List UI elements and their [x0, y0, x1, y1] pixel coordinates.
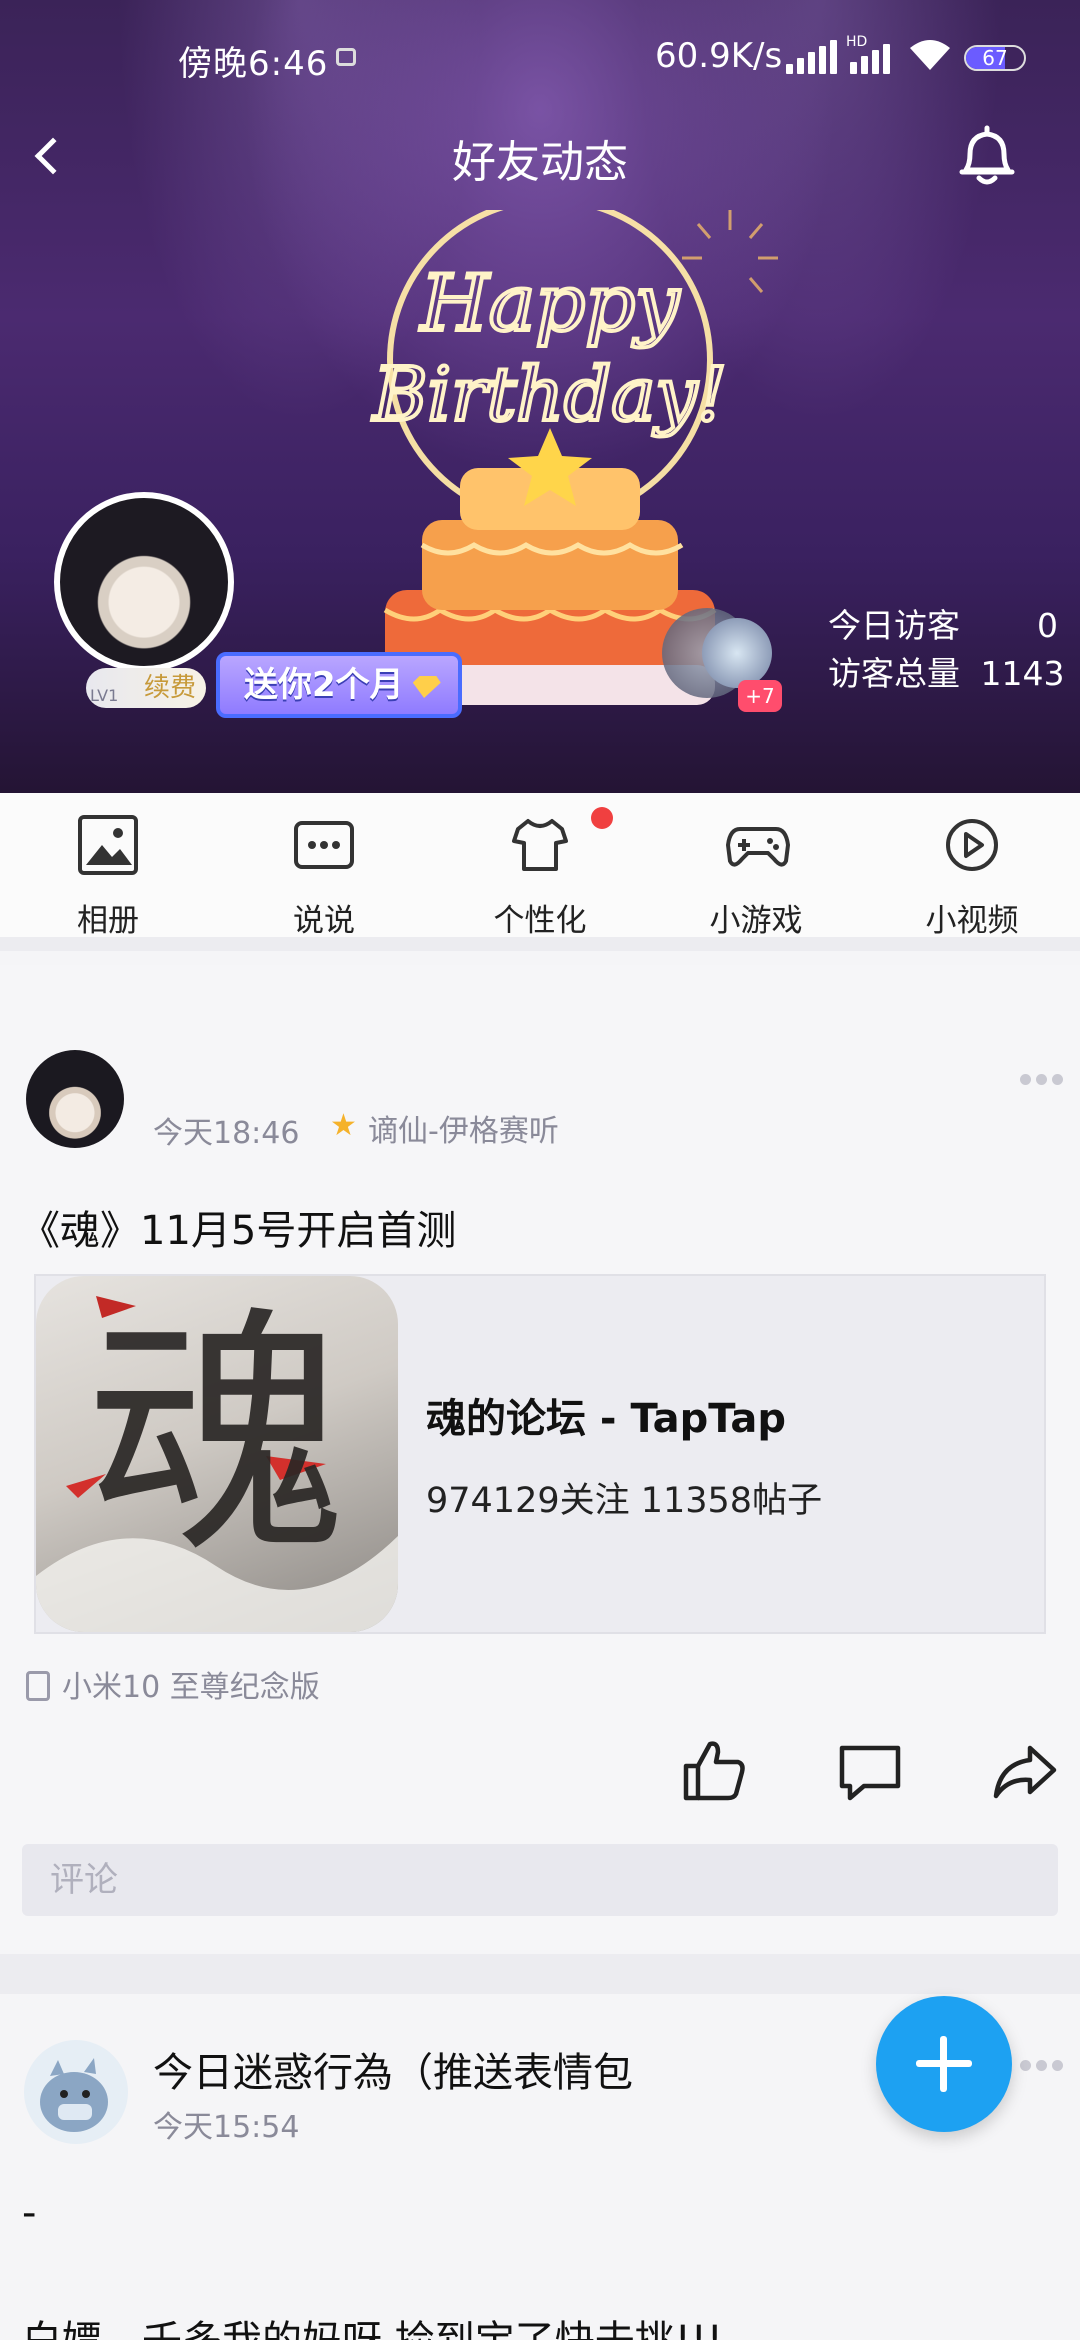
notifications-button[interactable]	[952, 120, 1022, 190]
like-button[interactable]	[680, 1738, 750, 1804]
tshirt-icon	[510, 815, 570, 875]
poster-name: 今日迷惑行為（推送表情包	[153, 2050, 633, 2096]
comment-input[interactable]: 评论	[22, 1844, 1058, 1916]
quick-action-label: 相册	[77, 903, 139, 939]
banner-line2: Birthday!	[371, 352, 727, 438]
quick-action-label: 说说	[293, 903, 355, 939]
quick-action-minigame[interactable]: 小游戏	[686, 815, 826, 940]
share-title: 魂的论坛 - TapTap	[426, 1396, 786, 1442]
dino-avatar-image	[40, 2058, 108, 2132]
forum-cover-char: 魂	[87, 1286, 347, 1588]
post-time: 今天15:54	[153, 2110, 300, 2145]
post-text-line2: 白嫖，壬多我的妈呀 捡到宝了快去挑!!!	[22, 2308, 723, 2340]
share-card[interactable]: 魂 魂的论坛 - TapTap 974129关注 11358帖子	[34, 1274, 1046, 1634]
thumbs-up-icon	[683, 1741, 745, 1801]
page-title: 好友动态	[452, 137, 628, 188]
visitors-today-value: 0	[1037, 606, 1058, 645]
photo-album-icon	[78, 815, 138, 875]
hero-banner: 傍晚6:46 60.9K/s HD 67 好友动态 Happy Birthday…	[0, 0, 1080, 793]
status-time: 傍晚6:46	[178, 44, 329, 84]
compose-button[interactable]	[876, 1996, 1012, 2132]
visitors-total-value: 1143	[980, 654, 1065, 693]
share-arrow-icon	[993, 1745, 1057, 1799]
post-tag-label: 谪仙-伊格赛听	[368, 1114, 559, 1149]
more-button[interactable]	[1020, 1074, 1064, 1088]
more-dots-icon	[1020, 1074, 1031, 1085]
chat-bubble-icon	[294, 821, 354, 869]
profile-avatar[interactable]	[54, 492, 234, 672]
star-icon: ★	[330, 1108, 357, 1143]
battery-level: 67	[982, 46, 1008, 70]
renew-label: 续费	[144, 673, 197, 703]
message-icon	[336, 48, 356, 66]
app-screen: 傍晚6:46 60.9K/s HD 67 好友动态 Happy Birthday…	[0, 0, 1080, 2340]
more-dots-icon	[1020, 2060, 1031, 2071]
friend-avatar	[702, 618, 772, 688]
forum-cover-image: 魂	[36, 1276, 398, 1632]
device-label: 小米10 至尊纪念版	[26, 1662, 320, 1706]
post-time: 今天18:46	[153, 1116, 300, 1151]
network-speed: 60.9K/s	[655, 36, 783, 76]
share-button[interactable]	[990, 1738, 1060, 1804]
quick-action-album[interactable]: 相册	[38, 815, 178, 940]
wifi-icon	[908, 38, 952, 79]
comment-button[interactable]	[836, 1738, 906, 1804]
quick-action-shuoshuo[interactable]: 说说	[254, 815, 394, 940]
section-divider	[0, 1954, 1080, 1994]
visitors-today[interactable]: 今日访客 0	[828, 606, 1058, 646]
diamond-icon	[410, 676, 442, 698]
gift-label: 送你2个月	[244, 665, 404, 705]
signal-hd-icon: HD	[846, 34, 900, 74]
quick-action-label: 小视频	[925, 903, 1019, 939]
play-circle-icon	[942, 815, 1002, 875]
signal-icon	[786, 40, 840, 74]
visitors-total[interactable]: 访客总量 1143	[828, 654, 1064, 694]
post-text: -	[22, 2190, 37, 2236]
phone-icon	[26, 1671, 50, 1701]
gift-banner[interactable]: 送你2个月	[216, 652, 462, 718]
status-bar: 傍晚6:46 60.9K/s HD 67	[0, 0, 1080, 120]
avatar[interactable]	[24, 2040, 128, 2144]
quick-actions-bar: 相册 说说 个性化 小游戏 小视频	[0, 793, 1080, 951]
level-badge: LV1	[90, 686, 119, 705]
visitors-total-label: 访客总量	[828, 654, 960, 693]
notification-dot	[591, 807, 613, 829]
quick-action-video[interactable]: 小视频	[902, 815, 1042, 940]
bell-icon	[959, 125, 1015, 185]
avatar[interactable]	[26, 1050, 124, 1148]
network-badge: HD	[846, 34, 868, 50]
quick-action-label: 个性化	[493, 903, 587, 939]
banner-line1: Happy	[419, 259, 680, 349]
friends-more-badge: +7	[738, 680, 782, 712]
visitors-today-label: 今日访客	[828, 606, 960, 645]
gamepad-icon	[726, 815, 790, 875]
quick-action-personalize[interactable]: 个性化	[470, 815, 610, 940]
quick-action-label: 小游戏	[709, 903, 803, 939]
comment-icon	[839, 1745, 901, 1801]
device-name: 小米10 至尊纪念版	[62, 1670, 320, 1705]
more-button[interactable]	[1020, 2060, 1064, 2074]
battery-icon: 67	[964, 45, 1026, 71]
friend-avatars[interactable]: +7	[662, 608, 786, 712]
post-tag[interactable]: ★ 谪仙-伊格赛听	[330, 1106, 559, 1150]
share-subtitle: 974129关注 11358帖子	[426, 1481, 823, 1521]
post-text: 《魂》11月5号开启首测	[20, 1208, 457, 1254]
